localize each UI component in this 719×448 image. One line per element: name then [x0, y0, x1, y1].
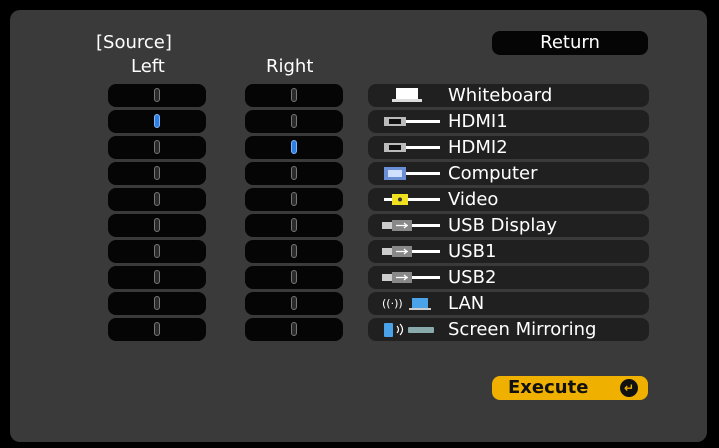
left-source-column — [108, 84, 206, 344]
radio-icon — [154, 166, 160, 180]
enter-icon: ↵ — [620, 379, 638, 397]
radio-icon — [154, 218, 160, 232]
usb-icon — [382, 246, 440, 257]
left-radio-video[interactable] — [108, 188, 206, 211]
right-radio-hdmi1[interactable] — [245, 110, 343, 133]
source-item-screen-mirroring: Screen Mirroring — [368, 318, 649, 341]
right-radio-hdmi2[interactable] — [245, 136, 343, 159]
radio-icon — [154, 296, 160, 310]
source-list: Whiteboard HDMI1 HDMI2 Computer Video US… — [368, 84, 649, 344]
radio-icon — [291, 296, 297, 310]
source-item-video: Video — [368, 188, 649, 211]
radio-icon — [154, 88, 160, 102]
radio-icon — [291, 244, 297, 258]
right-radio-whiteboard[interactable] — [245, 84, 343, 107]
right-radio-usb-display[interactable] — [245, 214, 343, 237]
whiteboard-icon — [392, 88, 422, 102]
right-radio-screen-mirroring[interactable] — [245, 318, 343, 341]
source-item-computer: Computer — [368, 162, 649, 185]
screen-mirroring-icon — [384, 323, 434, 337]
left-radio-hdmi1[interactable] — [108, 110, 206, 133]
usb-icon — [382, 272, 440, 283]
right-radio-computer[interactable] — [245, 162, 343, 185]
right-source-column — [245, 84, 343, 344]
computer-vga-icon — [384, 167, 440, 180]
source-item-hdmi2: HDMI2 — [368, 136, 649, 159]
hdmi-icon — [384, 117, 440, 126]
left-radio-hdmi2[interactable] — [108, 136, 206, 159]
source-item-usb-display: USB Display — [368, 214, 649, 237]
left-column-heading: Left — [131, 56, 165, 77]
radio-icon — [154, 192, 160, 206]
radio-icon — [154, 322, 160, 336]
lan-icon: ((·)) — [382, 297, 431, 310]
left-radio-computer[interactable] — [108, 162, 206, 185]
source-item-lan: ((·)) LAN — [368, 292, 649, 315]
radio-icon — [291, 270, 297, 284]
radio-icon — [291, 192, 297, 206]
hdmi-icon — [384, 143, 440, 152]
right-radio-usb1[interactable] — [245, 240, 343, 263]
return-button[interactable]: Return — [492, 31, 648, 55]
radio-icon — [291, 166, 297, 180]
right-column-heading: Right — [266, 56, 314, 77]
execute-button[interactable]: Execute ↵ — [492, 376, 648, 400]
radio-icon — [154, 244, 160, 258]
video-rca-icon — [384, 194, 440, 205]
left-radio-usb2[interactable] — [108, 266, 206, 289]
source-item-whiteboard: Whiteboard — [368, 84, 649, 107]
usb-display-icon — [382, 220, 440, 231]
source-item-usb2: USB2 — [368, 266, 649, 289]
radio-selected-icon — [291, 140, 297, 154]
radio-icon — [291, 88, 297, 102]
right-radio-lan[interactable] — [245, 292, 343, 315]
source-item-hdmi1: HDMI1 — [368, 110, 649, 133]
right-radio-video[interactable] — [245, 188, 343, 211]
left-radio-usb-display[interactable] — [108, 214, 206, 237]
radio-icon — [291, 322, 297, 336]
left-radio-lan[interactable] — [108, 292, 206, 315]
radio-icon — [291, 218, 297, 232]
left-radio-usb1[interactable] — [108, 240, 206, 263]
radio-icon — [154, 270, 160, 284]
source-heading: [Source] — [96, 32, 172, 53]
left-radio-screen-mirroring[interactable] — [108, 318, 206, 341]
svg-text:((·)): ((·)) — [382, 297, 403, 310]
radio-icon — [154, 140, 160, 154]
source-item-usb1: USB1 — [368, 240, 649, 263]
radio-selected-icon — [154, 114, 160, 128]
left-radio-whiteboard[interactable] — [108, 84, 206, 107]
right-radio-usb2[interactable] — [245, 266, 343, 289]
radio-icon — [291, 114, 297, 128]
